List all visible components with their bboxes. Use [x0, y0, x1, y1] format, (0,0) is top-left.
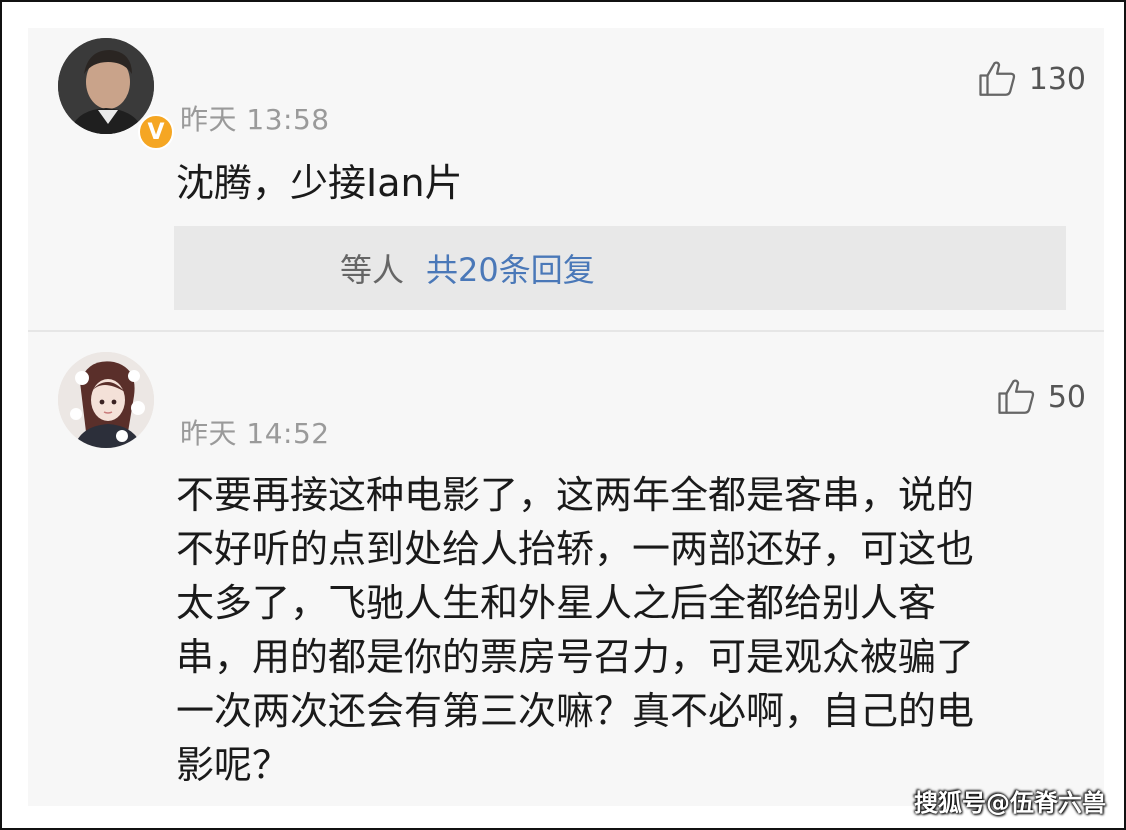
comment-text: 不要再接这种电影了，这两年全都是客串，说的 不好听的点到处给人抬轿，一两部还好，…	[176, 468, 1056, 792]
verified-badge-icon: V	[138, 114, 174, 150]
comment-text-line: 沈腾，少接Ian片	[176, 161, 463, 205]
comment-list: V 昨天 13:58 130 沈腾，少接Ian片 等人 共20条回复 昨天 14…	[28, 28, 1104, 806]
comment-item: 昨天 14:52 50 不要再接这种电影了，这两年全都是客串，说的 不好听的点到…	[28, 332, 1104, 806]
comment-text: 沈腾，少接Ian片	[176, 156, 1056, 210]
avatar[interactable]	[58, 352, 154, 448]
comment-item: V 昨天 13:58 130 沈腾，少接Ian片 等人 共20条回复	[28, 28, 1104, 330]
comment-text-line: 一次两次还会有第三次嘛？真不必啊，自己的电	[176, 689, 975, 733]
avatar[interactable]	[58, 38, 154, 134]
comment-text-line: 太多了，飞驰人生和外星人之后全都给别人客	[176, 581, 937, 625]
thumbs-up-icon	[998, 379, 1034, 414]
source-watermark: 搜狐号@伍脊六兽	[914, 789, 1106, 817]
like-count: 130	[1028, 61, 1086, 97]
screenshot-frame: V 昨天 13:58 130 沈腾，少接Ian片 等人 共20条回复 昨天 14…	[0, 0, 1126, 830]
like-button[interactable]: 130	[977, 58, 1086, 100]
comment-timestamp: 昨天 13:58	[180, 103, 330, 136]
man-portrait-icon	[58, 38, 154, 134]
comment-text-line: 不要再接这种电影了，这两年全都是客串，说的	[176, 473, 975, 517]
like-button[interactable]: 50	[996, 376, 1086, 418]
like-count: 50	[1047, 379, 1086, 415]
thumbs-up-icon	[979, 61, 1015, 96]
comment-text-line: 串，用的都是你的票房号召力，可是观众被骗了	[176, 635, 975, 679]
replies-summary[interactable]: 等人 共20条回复	[174, 226, 1066, 310]
reply-users: 等人	[340, 251, 405, 289]
view-replies-link[interactable]: 共20条回复	[426, 245, 595, 291]
comment-timestamp: 昨天 14:52	[180, 417, 330, 450]
anime-girl-flowers-icon	[58, 352, 154, 448]
comment-text-line: 不好听的点到处给人抬轿，一两部还好，可这也	[176, 527, 975, 571]
